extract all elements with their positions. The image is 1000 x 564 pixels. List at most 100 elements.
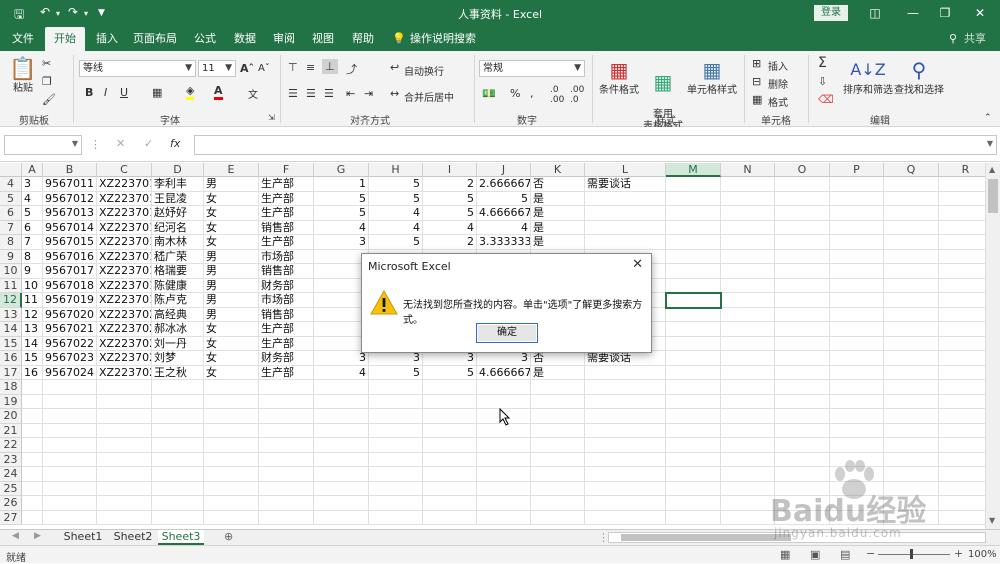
cell[interactable]: 否 <box>531 351 585 366</box>
currency-icon[interactable]: 💵 <box>482 87 496 100</box>
cell[interactable]: 生产部 <box>259 336 314 351</box>
cell[interactable] <box>22 438 43 453</box>
cell[interactable] <box>884 191 939 206</box>
cell[interactable] <box>721 496 775 511</box>
cell[interactable]: 是 <box>531 235 585 250</box>
cell[interactable] <box>939 206 985 221</box>
cell[interactable]: 8 <box>22 249 43 264</box>
cell[interactable] <box>939 221 985 235</box>
cell[interactable] <box>531 423 585 438</box>
cell[interactable]: 女 <box>204 365 259 380</box>
share-button[interactable]: 共享 <box>962 27 988 51</box>
cell[interactable]: 9567018 <box>43 278 97 293</box>
cell[interactable]: 生产部 <box>259 322 314 337</box>
column-header[interactable]: I <box>423 163 477 177</box>
login-button[interactable]: 登录 <box>814 5 848 21</box>
cell[interactable] <box>775 365 830 380</box>
cell[interactable] <box>204 438 259 453</box>
cell[interactable] <box>97 467 152 482</box>
cell[interactable] <box>423 394 477 409</box>
cell[interactable]: 9567017 <box>43 264 97 279</box>
cell[interactable] <box>939 308 985 322</box>
cell[interactable]: 3 <box>477 351 531 366</box>
cell[interactable]: XZ223701 <box>97 220 152 235</box>
cell[interactable] <box>775 293 830 308</box>
cell[interactable]: 15 <box>22 351 43 366</box>
cell[interactable] <box>259 380 314 395</box>
percent-icon[interactable]: % <box>510 87 520 100</box>
cell[interactable]: 5 <box>369 235 423 250</box>
cell[interactable]: 李利丰 <box>152 177 204 192</box>
cell[interactable] <box>259 481 314 496</box>
row-header[interactable]: 19 <box>0 394 22 409</box>
ok-button[interactable]: 确定 <box>476 323 538 343</box>
cell[interactable]: 需要谈话 <box>585 351 666 366</box>
cell[interactable] <box>830 278 884 293</box>
delete-cells-button[interactable]: 删除 <box>768 76 788 91</box>
cell[interactable] <box>585 365 666 380</box>
cell[interactable] <box>585 409 666 424</box>
cell[interactable] <box>204 496 259 511</box>
autosum-icon[interactable]: Σ <box>818 55 827 71</box>
cell[interactable]: 9567016 <box>43 249 97 264</box>
cell[interactable] <box>830 438 884 453</box>
column-header[interactable]: A <box>22 163 43 177</box>
tab-formulas[interactable]: 公式 <box>188 27 222 51</box>
wrap-text-button[interactable]: 自动换行 <box>404 63 444 78</box>
conditional-format-button[interactable]: ▦ 条件格式 <box>596 55 642 97</box>
cell[interactable]: 16 <box>22 365 43 380</box>
cell[interactable] <box>884 235 939 250</box>
cell[interactable] <box>369 438 423 453</box>
cell[interactable] <box>585 235 666 250</box>
cell[interactable]: 3 <box>22 177 43 192</box>
select-all-corner[interactable] <box>0 163 22 177</box>
font-color-icon[interactable]: A <box>214 84 223 100</box>
cell[interactable] <box>721 191 775 206</box>
row-header[interactable]: 5 <box>0 191 22 206</box>
cell[interactable]: 男 <box>204 249 259 264</box>
sheet-tab-1[interactable]: Sheet1 <box>60 530 106 545</box>
cell[interactable] <box>423 409 477 424</box>
cell[interactable] <box>204 394 259 409</box>
cell[interactable]: 5 <box>314 206 369 221</box>
cell[interactable]: 女 <box>204 336 259 351</box>
cell[interactable] <box>884 293 939 308</box>
cell[interactable] <box>531 496 585 511</box>
cell[interactable]: 需要谈话 <box>585 177 666 192</box>
cell[interactable]: 刘一丹 <box>152 336 204 351</box>
row-header[interactable]: 26 <box>0 496 22 511</box>
cell[interactable] <box>939 322 985 337</box>
cell[interactable]: 3 <box>369 351 423 366</box>
cell[interactable] <box>721 336 775 351</box>
cell[interactable] <box>666 423 721 438</box>
cell[interactable] <box>721 235 775 250</box>
cell[interactable] <box>22 452 43 467</box>
cell[interactable]: 12 <box>22 307 43 322</box>
cell[interactable] <box>531 438 585 453</box>
font-name-select[interactable]: 等线 ▼ <box>79 60 196 77</box>
borders-icon[interactable]: ▦ <box>152 86 162 99</box>
cell[interactable] <box>477 481 531 496</box>
row-header[interactable]: 16 <box>0 351 22 366</box>
cell[interactable]: 否 <box>531 177 585 192</box>
cell[interactable] <box>477 438 531 453</box>
cell[interactable]: 财务部 <box>259 351 314 366</box>
cell[interactable] <box>531 380 585 395</box>
cell[interactable] <box>721 264 775 279</box>
cell[interactable] <box>152 481 204 496</box>
fill-icon[interactable]: ⇩ <box>818 75 827 88</box>
scroll-thumb[interactable] <box>621 534 791 541</box>
cell[interactable] <box>830 394 884 409</box>
cell[interactable] <box>775 249 830 264</box>
cell[interactable] <box>97 481 152 496</box>
font-size-select[interactable]: 11 ▼ <box>198 60 236 77</box>
cell[interactable]: 6 <box>22 220 43 235</box>
column-header[interactable]: J <box>477 163 531 177</box>
cell[interactable] <box>884 307 939 322</box>
cell[interactable] <box>477 467 531 482</box>
cell[interactable] <box>775 423 830 438</box>
cell[interactable]: 5 <box>369 191 423 206</box>
cell[interactable] <box>22 409 43 424</box>
cell[interactable] <box>152 423 204 438</box>
cell[interactable] <box>423 423 477 438</box>
